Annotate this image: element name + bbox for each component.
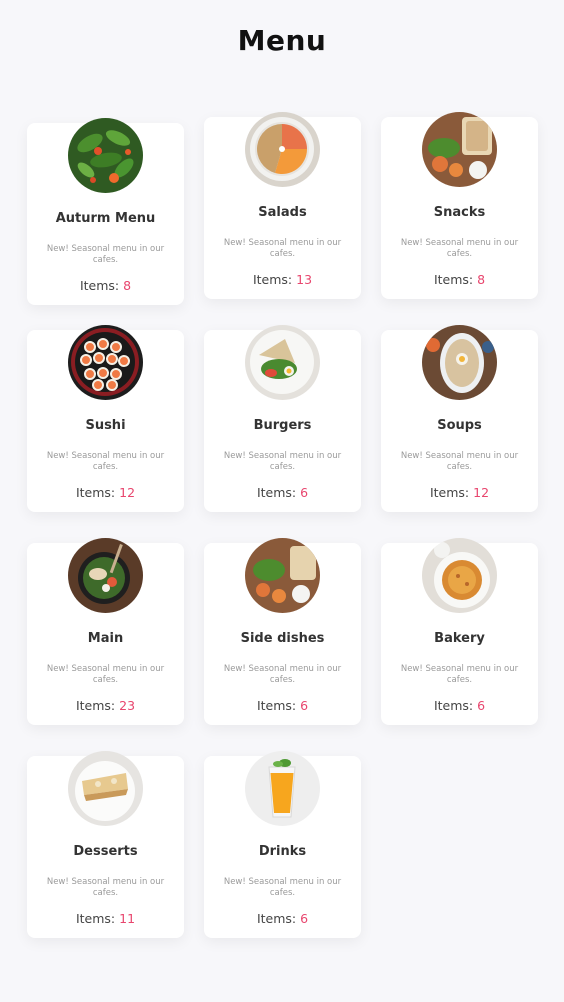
card-description: New! Seasonal menu in our cafes. xyxy=(46,877,165,898)
item-count: Items: 8 xyxy=(433,272,486,287)
item-count-value: 12 xyxy=(119,485,136,500)
category-card-drinks[interactable]: Drinks New! Seasonal menu in our cafes. … xyxy=(204,751,361,938)
category-card-desserts[interactable]: Desserts New! Seasonal menu in our cafes… xyxy=(27,751,184,938)
side-board-image xyxy=(245,538,320,613)
item-count-value: 6 xyxy=(300,698,309,713)
item-count: Items: 6 xyxy=(256,485,309,500)
item-count-value: 11 xyxy=(119,911,136,926)
juice-glass-image xyxy=(245,751,320,826)
item-count: Items: 6 xyxy=(256,911,309,926)
card-title: Sushi xyxy=(85,418,126,433)
item-count: Items: 12 xyxy=(429,485,490,500)
salad-plate-image xyxy=(245,112,320,187)
item-count-value: 13 xyxy=(296,272,313,287)
card-title: Snacks xyxy=(433,205,486,220)
item-count-value: 6 xyxy=(300,911,309,926)
item-count: Items: 23 xyxy=(75,698,136,713)
item-count-value: 12 xyxy=(473,485,490,500)
card-description: New! Seasonal menu in our cafes. xyxy=(223,664,342,685)
category-card-side-dishes[interactable]: Side dishes New! Seasonal menu in our ca… xyxy=(204,538,361,725)
green-salad-image xyxy=(68,118,143,193)
category-card-burgers[interactable]: Burgers New! Seasonal menu in our cafes.… xyxy=(204,325,361,512)
item-count: Items: 12 xyxy=(75,485,136,500)
item-count: Items: 6 xyxy=(433,698,486,713)
card-title: Auturm Menu xyxy=(55,211,156,226)
item-count: Items: 6 xyxy=(256,698,309,713)
card-title: Soups xyxy=(437,418,482,433)
card-title: Bakery xyxy=(434,631,485,646)
category-card-bakery[interactable]: Bakery New! Seasonal menu in our cafes. … xyxy=(381,538,538,725)
category-card-sushi[interactable]: Sushi New! Seasonal menu in our cafes. I… xyxy=(27,325,184,512)
main-bowl-image xyxy=(68,538,143,613)
item-count-value: 8 xyxy=(123,278,132,293)
card-description: New! Seasonal menu in our cafes. xyxy=(223,877,342,898)
category-card-main[interactable]: Main New! Seasonal menu in our cafes. It… xyxy=(27,538,184,725)
page-title: Menu xyxy=(237,24,327,57)
item-count-value: 6 xyxy=(477,698,486,713)
category-card-snacks[interactable]: Snacks New! Seasonal menu in our cafes. … xyxy=(381,112,538,299)
category-card-salads[interactable]: Salads New! Seasonal menu in our cafes. … xyxy=(204,112,361,299)
card-title: Burgers xyxy=(253,418,312,433)
card-description: New! Seasonal menu in our cafes. xyxy=(400,238,519,259)
card-title: Salads xyxy=(258,205,307,220)
category-card-soups[interactable]: Soups New! Seasonal menu in our cafes. I… xyxy=(381,325,538,512)
card-title: Side dishes xyxy=(240,631,325,646)
item-count-value: 6 xyxy=(300,485,309,500)
category-card-autumn-menu[interactable]: Auturm Menu New! Seasonal menu in our ca… xyxy=(27,118,184,305)
burger-plate-image xyxy=(245,325,320,400)
card-description: New! Seasonal menu in our cafes. xyxy=(46,664,165,685)
dessert-plate-image xyxy=(68,751,143,826)
sushi-platter-image xyxy=(68,325,143,400)
card-description: New! Seasonal menu in our cafes. xyxy=(400,451,519,472)
card-description: New! Seasonal menu in our cafes. xyxy=(46,451,165,472)
card-title: Desserts xyxy=(73,844,138,859)
item-count-value: 8 xyxy=(477,272,486,287)
item-count: Items: 11 xyxy=(75,911,136,926)
soup-bowl-image xyxy=(422,325,497,400)
card-description: New! Seasonal menu in our cafes. xyxy=(400,664,519,685)
bakery-plate-image xyxy=(422,538,497,613)
item-count-value: 23 xyxy=(119,698,136,713)
card-title: Main xyxy=(87,631,124,646)
item-count: Items: 13 xyxy=(252,272,313,287)
snack-board-image xyxy=(422,112,497,187)
card-description: New! Seasonal menu in our cafes. xyxy=(46,244,165,265)
card-description: New! Seasonal menu in our cafes. xyxy=(223,451,342,472)
card-description: New! Seasonal menu in our cafes. xyxy=(223,238,342,259)
card-title: Drinks xyxy=(258,844,307,859)
item-count: Items: 8 xyxy=(79,278,132,293)
